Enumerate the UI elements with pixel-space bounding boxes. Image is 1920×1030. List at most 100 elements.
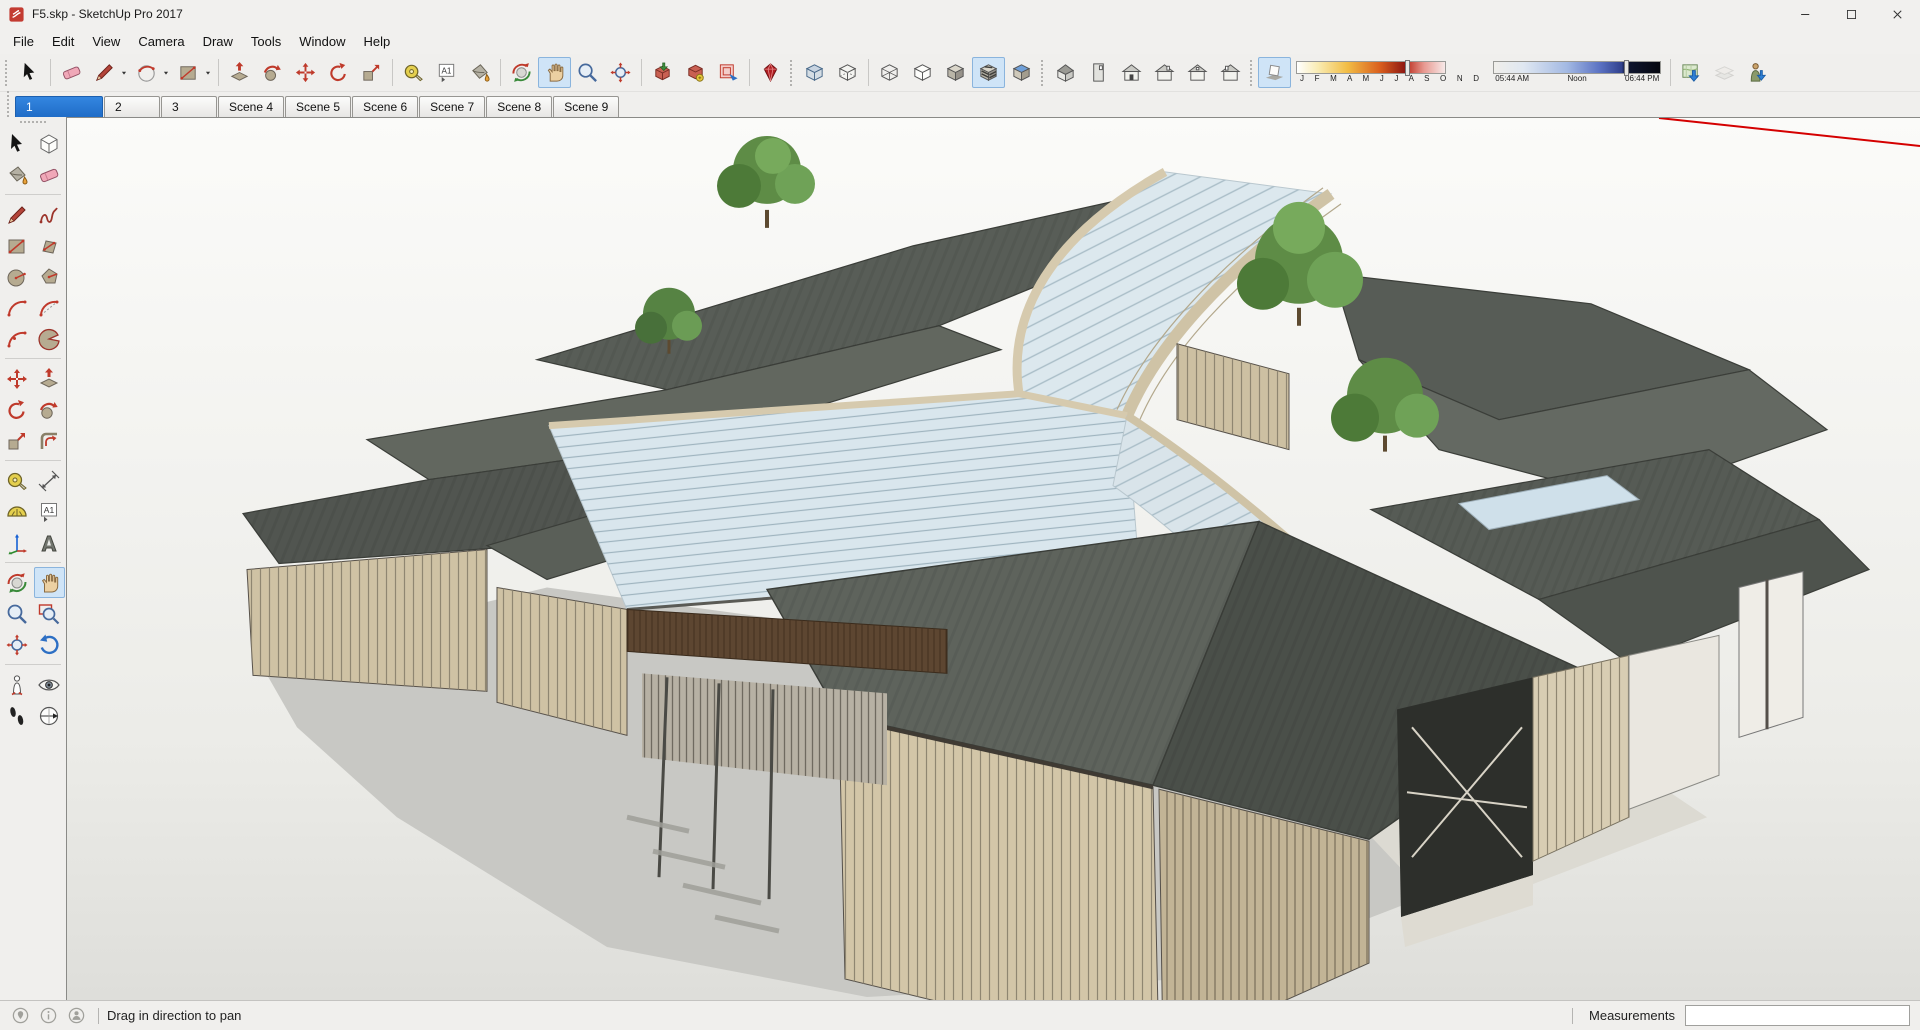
back-view-button[interactable] [1181,57,1214,88]
scene-tab-7[interactable]: Scene 7 [419,96,486,117]
tape-measure-tool-button[interactable] [397,57,430,88]
time-slider-track[interactable] [1493,60,1662,76]
palette-look-around-tool[interactable] [34,669,65,700]
scene-tab-9[interactable]: Scene 9 [553,96,620,117]
account-status-button[interactable] [62,1003,90,1029]
palette-section-plane-tool[interactable] [34,700,65,731]
help-status-button[interactable] [34,1003,62,1029]
zoom-extents-button[interactable] [604,57,637,88]
hidden-line-style-button[interactable] [906,57,939,88]
palette-2-point-arc-tool[interactable] [34,292,65,323]
menu-view[interactable]: View [83,30,129,53]
iso-view-button[interactable] [1049,57,1082,88]
close-button[interactable] [1874,0,1920,28]
palette-rectangle-tool[interactable] [2,230,33,261]
palette-rotated-rectangle-tool[interactable] [34,230,65,261]
select-tool-button[interactable] [13,57,46,88]
add-location-button[interactable] [1675,57,1708,88]
palette-text-tool[interactable] [34,496,65,527]
palette-walk-tool[interactable] [2,700,33,731]
palette-move-tool[interactable] [2,363,33,394]
palette-protractor-tool[interactable] [2,496,33,527]
palette-grip[interactable] [20,121,46,125]
scene-tab-6[interactable]: Scene 6 [352,96,419,117]
zoom-tool-button[interactable] [571,57,604,88]
palette-zoom-extents-tool[interactable] [2,629,33,660]
palette-previous-view-tool[interactable] [34,629,65,660]
shaded-style-button[interactable] [939,57,972,88]
palette-orbit-tool[interactable] [2,567,33,598]
menu-camera[interactable]: Camera [129,30,193,53]
palette-zoom-window-tool[interactable] [34,598,65,629]
eraser-tool-button[interactable] [55,57,88,88]
palette-freehand-tool[interactable] [34,199,65,230]
palette-3d-text-tool[interactable] [34,527,65,558]
date-slider-track[interactable] [1296,60,1446,76]
palette-axes-tool[interactable] [2,527,33,558]
arcs-tool-button[interactable] [130,57,163,88]
palette-arc-tool[interactable] [2,292,33,323]
follow-me-tool-button[interactable] [256,57,289,88]
palette-pie-tool[interactable] [34,323,65,354]
shapes-flyout-caret-icon[interactable] [203,68,213,78]
palette-make-component-tool[interactable] [34,128,65,159]
scene-tab-2[interactable]: 2 [104,96,160,117]
menu-draw[interactable]: Draw [194,30,242,53]
left-view-button[interactable] [1214,57,1247,88]
menu-help[interactable]: Help [355,30,400,53]
push-pull-tool-button[interactable] [223,57,256,88]
back-edges-style-button[interactable] [831,57,864,88]
palette-circle-tool[interactable] [2,261,33,292]
palette-3-point-arc-tool[interactable] [2,323,33,354]
menu-window[interactable]: Window [290,30,354,53]
wireframe-style-button[interactable] [873,57,906,88]
shapes-tool-button[interactable] [172,57,205,88]
palette-select-tool[interactable] [2,128,33,159]
palette-zoom-tool[interactable] [2,598,33,629]
palette-dimension-tool[interactable] [34,465,65,496]
palette-line-tool[interactable] [2,199,33,230]
share-model-button[interactable] [679,57,712,88]
toggle-terrain-button[interactable] [1708,57,1741,88]
time-slider-thumb[interactable] [1623,60,1629,76]
palette-paint-bucket-tool[interactable] [2,159,33,190]
palette-position-camera-tool[interactable] [2,669,33,700]
model-viewport[interactable] [66,117,1920,1000]
orbit-tool-button[interactable] [505,57,538,88]
toolbar-grip[interactable] [5,59,9,86]
paint-bucket-tool-button[interactable] [463,57,496,88]
arcs-flyout-caret-icon[interactable] [161,68,171,78]
photo-textures-button[interactable] [1741,57,1774,88]
scene-tab-4[interactable]: Scene 4 [218,96,285,117]
front-view-button[interactable] [1115,57,1148,88]
geolocation-status-button[interactable] [6,1003,34,1029]
palette-pan-tool[interactable] [33,567,65,598]
scene-tab-8[interactable]: Scene 8 [486,96,553,117]
share-component-button[interactable] [712,57,745,88]
text-tool-button[interactable] [430,57,463,88]
palette-push-pull-tool[interactable] [34,363,65,394]
palette-polygon-tool[interactable] [34,261,65,292]
palette-scale-tool[interactable] [2,425,33,456]
extension-warehouse-button[interactable] [754,57,787,88]
scene-tab-3[interactable]: 3 [161,96,217,117]
line-tool-button[interactable] [88,57,121,88]
pan-tool-button[interactable] [538,57,571,88]
palette-follow-me-tool[interactable] [34,394,65,425]
shaded-with-textures-style-button[interactable] [972,57,1005,88]
styles-toolbar-grip[interactable] [790,59,794,86]
minimize-button[interactable] [1782,0,1828,28]
scale-tool-button[interactable] [355,57,388,88]
palette-eraser-tool[interactable] [34,159,65,190]
shadow-time-slider[interactable]: 05:44 AM Noon 06:44 PM [1493,60,1662,84]
shadows-toolbar-grip[interactable] [1250,59,1254,86]
scene-tab-1[interactable]: 1 [15,96,103,117]
shadows-toggle-button[interactable] [1258,57,1291,88]
menu-edit[interactable]: Edit [43,30,83,53]
rotate-tool-button[interactable] [322,57,355,88]
scene-tab-5[interactable]: Scene 5 [285,96,352,117]
views-toolbar-grip[interactable] [1041,59,1045,86]
date-slider-thumb[interactable] [1405,60,1411,76]
monochrome-style-button[interactable] [1005,57,1038,88]
measurements-input[interactable] [1685,1005,1910,1026]
